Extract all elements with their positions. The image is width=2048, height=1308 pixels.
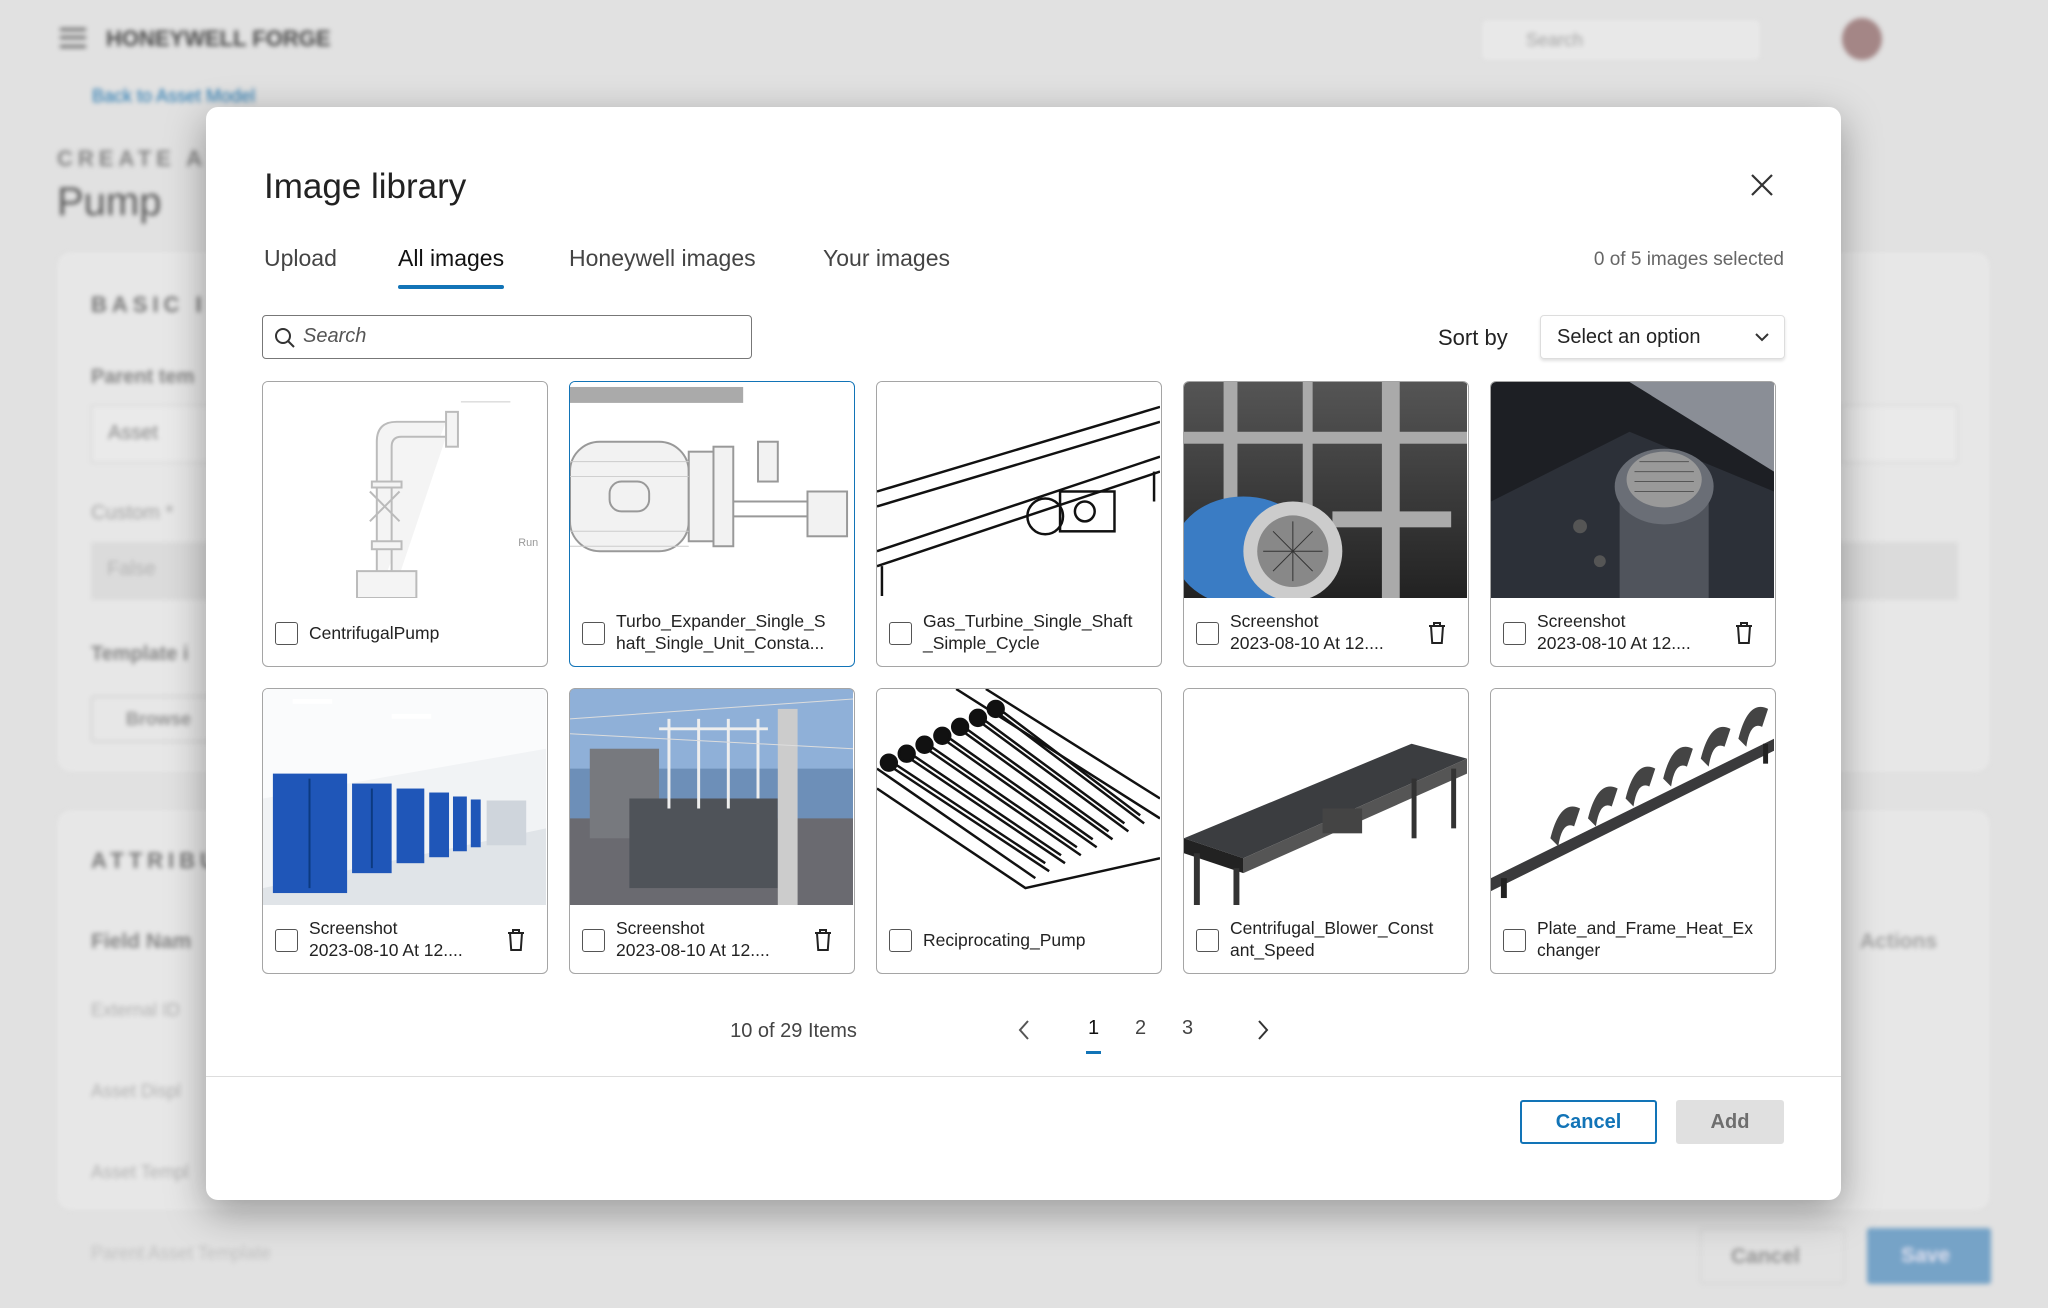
image-thumbnail: [1491, 382, 1774, 598]
image-checkbox[interactable]: [275, 929, 298, 952]
image-card[interactable]: Screenshot 2023-08-10 At 12....: [1490, 381, 1776, 667]
image-thumbnail: [1184, 689, 1467, 905]
image-checkbox[interactable]: [1196, 929, 1219, 952]
svg-text:Run: Run: [518, 537, 538, 549]
image-thumbnail: [570, 689, 853, 905]
sort-select[interactable]: Select an option: [1540, 315, 1785, 359]
image-thumbnail: [877, 382, 1160, 598]
image-thumbnail: [877, 689, 1160, 905]
image-name-line: haft_Single_Unit_Consta...: [616, 633, 825, 653]
image-checkbox[interactable]: [1503, 929, 1526, 952]
image-name-line: 2023-08-10 At 12....: [1537, 633, 1691, 653]
trash-icon[interactable]: [1734, 621, 1754, 645]
cancel-button[interactable]: Cancel: [1520, 1100, 1657, 1144]
sort-select-value: Select an option: [1557, 326, 1701, 348]
image-card[interactable]: Reciprocating_Pump: [876, 688, 1162, 974]
image-name-line: 2023-08-10 At 12....: [616, 940, 770, 960]
image-name-line: Screenshot: [616, 918, 705, 938]
image-card[interactable]: Screenshot 2023-08-10 At 12....: [569, 688, 855, 974]
image-checkbox[interactable]: [275, 622, 298, 645]
image-card[interactable]: Gas_Turbine_Single_Shaft _Simple_Cycle: [876, 381, 1162, 667]
image-name-line: Centrifugal_Blower_Const: [1230, 918, 1434, 938]
trash-icon[interactable]: [1427, 621, 1447, 645]
image-name-line: 2023-08-10 At 12....: [309, 940, 463, 960]
image-name: CentrifugalPump: [309, 622, 439, 644]
chevron-down-icon: [1755, 333, 1769, 342]
sort-label: Sort by: [1438, 325, 1508, 350]
image-name-line: changer: [1537, 940, 1601, 960]
image-thumbnail: Run: [263, 382, 546, 598]
image-name-line: Reciprocating_Pump: [923, 930, 1086, 950]
image-name: Screenshot 2023-08-10 At 12....: [616, 917, 770, 961]
image-thumbnail: [263, 689, 546, 905]
image-card[interactable]: Screenshot 2023-08-10 At 12....: [1183, 381, 1469, 667]
image-card[interactable]: Run CentrifugalPump: [262, 381, 548, 667]
image-name-line: Screenshot: [1230, 611, 1319, 631]
selection-count: 0 of 5 images selected: [1593, 249, 1784, 270]
image-thumbnail: [1491, 689, 1774, 905]
tab-your-images[interactable]: Your images: [823, 245, 950, 289]
image-checkbox[interactable]: [582, 929, 605, 952]
search-icon: [275, 328, 295, 348]
image-card[interactable]: Turbo_Expander_Single_S haft_Single_Unit_…: [569, 381, 855, 667]
trash-icon[interactable]: [506, 928, 526, 952]
image-name: Screenshot 2023-08-10 At 12....: [1230, 610, 1384, 654]
image-name-line: ant_Speed: [1230, 940, 1315, 960]
image-card[interactable]: Screenshot 2023-08-10 At 12....: [262, 688, 548, 974]
image-name-line: CentrifugalPump: [309, 623, 440, 643]
image-thumbnail: [1184, 382, 1467, 598]
image-name-line: Plate_and_Frame_Heat_Ex: [1537, 918, 1753, 938]
image-card[interactable]: Plate_and_Frame_Heat_Ex changer: [1490, 688, 1776, 974]
page-3[interactable]: 3: [1182, 1017, 1193, 1040]
image-name: Reciprocating_Pump: [923, 929, 1085, 951]
add-button[interactable]: Add: [1676, 1100, 1784, 1144]
image-name-line: Gas_Turbine_Single_Shaft: [923, 611, 1133, 631]
image-name: Screenshot 2023-08-10 At 12....: [309, 917, 463, 961]
image-name: Turbo_Expander_Single_S haft_Single_Unit_…: [616, 610, 826, 654]
image-card[interactable]: Centrifugal_Blower_Const ant_Speed: [1183, 688, 1469, 974]
image-checkbox[interactable]: [1503, 622, 1526, 645]
image-checkbox[interactable]: [889, 622, 912, 645]
tab-honeywell-images[interactable]: Honeywell images: [569, 245, 756, 289]
chevron-left-icon[interactable]: [1014, 1017, 1034, 1043]
image-checkbox[interactable]: [1196, 622, 1219, 645]
image-name-line: Screenshot: [309, 918, 398, 938]
image-library-dialog: Image library Upload All images Honeywel…: [206, 107, 1841, 1200]
image-name: Screenshot 2023-08-10 At 12....: [1537, 610, 1691, 654]
page-1[interactable]: 1: [1085, 1017, 1102, 1054]
dialog-title: Image library: [264, 167, 467, 206]
image-checkbox[interactable]: [582, 622, 605, 645]
image-checkbox[interactable]: [889, 929, 912, 952]
footer-divider: [206, 1076, 1841, 1077]
image-name-line: Turbo_Expander_Single_S: [616, 611, 826, 631]
chevron-right-icon[interactable]: [1253, 1017, 1273, 1043]
tab-all-images[interactable]: All images: [398, 245, 505, 289]
image-name-line: _Simple_Cycle: [923, 633, 1040, 653]
image-name: Gas_Turbine_Single_Shaft _Simple_Cycle: [923, 610, 1133, 654]
search-input[interactable]: [303, 316, 743, 357]
image-name: Centrifugal_Blower_Const ant_Speed: [1230, 917, 1433, 961]
search-field[interactable]: [262, 315, 752, 359]
image-thumbnail: [570, 382, 853, 598]
image-name-line: Screenshot: [1537, 611, 1626, 631]
close-icon[interactable]: [1746, 169, 1778, 201]
image-name-line: 2023-08-10 At 12....: [1230, 633, 1384, 653]
tab-upload[interactable]: Upload: [264, 245, 337, 289]
trash-icon[interactable]: [813, 928, 833, 952]
page-2[interactable]: 2: [1135, 1017, 1146, 1040]
image-name: Plate_and_Frame_Heat_Ex changer: [1537, 917, 1753, 961]
items-count: 10 of 29 Items: [730, 1020, 857, 1042]
